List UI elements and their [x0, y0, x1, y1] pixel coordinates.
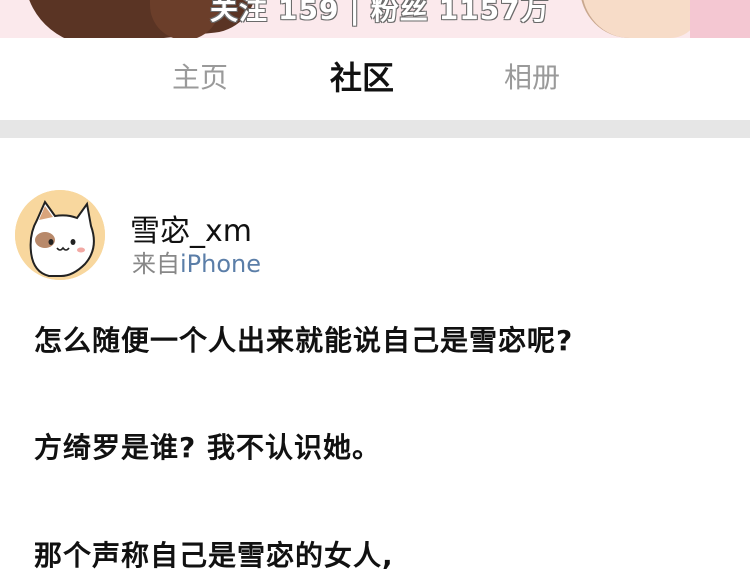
post-text-line: 怎么随便一个人出来就能说自己是雪宓呢? — [34, 324, 574, 357]
cat-avatar-icon — [15, 190, 105, 280]
post-source: 来自iPhone — [132, 244, 261, 279]
section-divider — [0, 120, 750, 138]
banner-illustration-edge — [690, 0, 750, 38]
tab-album[interactable]: 相册 — [504, 56, 560, 96]
source-device: iPhone — [180, 250, 262, 278]
source-prefix: 来自 — [132, 250, 180, 278]
avatar[interactable] — [15, 190, 105, 280]
tab-home[interactable]: 主页 — [172, 56, 228, 96]
banner-illustration-figure — [580, 0, 700, 38]
fans-label: 粉丝 — [370, 0, 429, 26]
follow-label: 关注 — [210, 0, 269, 26]
post-text-line: 方绮罗是谁? 我不认识她。 — [34, 431, 381, 464]
stats-separator: | — [349, 0, 361, 26]
profile-tab-bar: 主页 社区 相册 — [0, 38, 750, 120]
follow-count[interactable]: 159 — [278, 0, 339, 26]
post-text-line: 那个声称自己是雪宓的女人, — [34, 539, 394, 572]
profile-banner: 关注 159 | 粉丝 1157万 — [0, 0, 750, 38]
tab-community[interactable]: 社区 — [330, 53, 394, 99]
fans-count[interactable]: 1157万 — [439, 0, 550, 26]
profile-stats: 关注 159 | 粉丝 1157万 — [210, 0, 560, 28]
